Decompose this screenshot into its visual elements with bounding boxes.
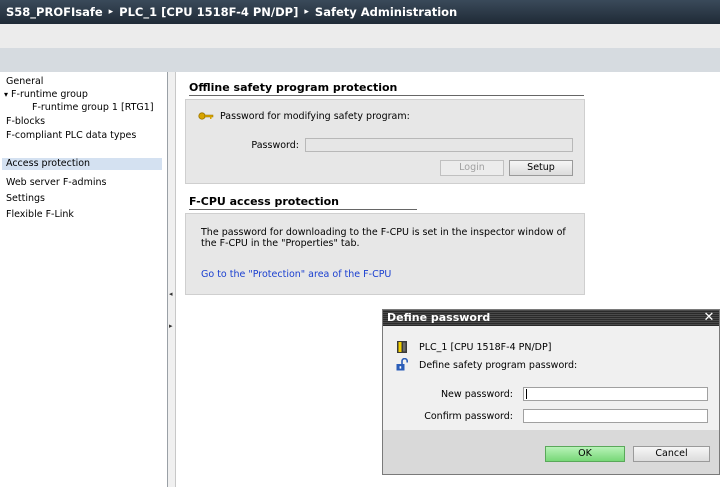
breadcrumb-separator-icon: ▸ xyxy=(304,7,309,17)
sidebar-item-web-server-f-admins[interactable]: Web server F-admins xyxy=(6,177,106,189)
dialog-title[interactable]: Define password xyxy=(383,310,719,326)
protection-area-link[interactable]: Go to the "Protection" area of the F-CPU xyxy=(201,269,391,280)
define-password-dialog: Define password ✕ PLC_1 [CPU 1518F-4 PN/… xyxy=(382,309,720,475)
sidebar-item-label: Settings xyxy=(6,193,45,204)
plc-device-icon xyxy=(397,341,407,356)
fcpu-protection-title: F-CPU access protection xyxy=(189,195,417,210)
navigation-tree: General ▾ F-runtime group F-runtime grou… xyxy=(0,72,168,487)
key-icon xyxy=(198,111,214,124)
sidebar-item-f-runtime-group-1[interactable]: F-runtime group 1 [RTG1] xyxy=(32,102,154,114)
editor-breadcrumb-bar: S58_PROFIsafe ▸ PLC_1 [CPU 1518F-4 PN/DP… xyxy=(0,0,720,24)
password-label: Password: xyxy=(251,140,299,151)
confirm-password-label: Confirm password: xyxy=(424,411,513,422)
new-password-field[interactable] xyxy=(523,387,708,401)
setup-button[interactable]: Setup xyxy=(509,160,573,176)
breadcrumb-page: Safety Administration xyxy=(314,5,458,19)
unlocked-padlock-icon xyxy=(396,357,408,374)
expand-right-icon[interactable]: ▸ xyxy=(169,322,173,330)
text-caret xyxy=(526,389,527,399)
password-field[interactable] xyxy=(305,138,573,152)
sidebar-item-general[interactable]: General xyxy=(6,76,43,88)
close-icon[interactable]: ✕ xyxy=(702,310,716,326)
sidebar-item-label: General xyxy=(6,76,44,87)
cancel-button[interactable]: Cancel xyxy=(633,446,710,462)
expand-arrow-icon[interactable]: ▾ xyxy=(4,90,8,99)
fcpu-description: The password for downloading to the F-CP… xyxy=(201,227,566,249)
offline-protection-panel: Password for modifying safety program: P… xyxy=(185,99,585,184)
sidebar-item-label: F-compliant PLC data types xyxy=(6,130,137,141)
sidebar-item-label: F-runtime group 1 [RTG1] xyxy=(32,102,154,113)
breadcrumb-project[interactable]: S58_PROFIsafe xyxy=(6,5,103,19)
pane-splitter[interactable]: ◂ ▸ xyxy=(168,72,176,487)
dialog-footer: OK Cancel xyxy=(383,430,719,474)
fcpu-protection-panel: The password for downloading to the F-CP… xyxy=(185,213,585,295)
sidebar-item-label: F-runtime group xyxy=(11,89,88,100)
define-safety-password-label: Define safety program password: xyxy=(419,360,578,371)
new-password-label: New password: xyxy=(440,389,513,400)
sidebar-item-settings[interactable]: Settings xyxy=(6,193,45,205)
dialog-device-label: PLC_1 [CPU 1518F-4 PN/DP] xyxy=(419,342,552,353)
collapse-left-icon[interactable]: ◂ xyxy=(169,290,173,298)
sidebar-item-f-blocks[interactable]: F-blocks xyxy=(6,116,45,128)
sidebar-item-label: Flexible F-Link xyxy=(6,209,74,220)
breadcrumb-separator-icon: ▸ xyxy=(108,7,114,17)
sidebar-item-label: F-blocks xyxy=(6,116,46,127)
toolbar-strip xyxy=(0,48,720,72)
sidebar-item-flexible-f-link[interactable]: Flexible F-Link xyxy=(6,209,74,221)
toolbar-area xyxy=(0,24,720,48)
offline-protection-title: Offline safety program protection xyxy=(189,81,584,96)
login-button[interactable]: Login xyxy=(440,160,504,176)
sidebar-item-label: Access protection xyxy=(6,158,91,169)
ok-button[interactable]: OK xyxy=(545,446,625,462)
sidebar-item-label: Web server F-admins xyxy=(6,177,107,188)
confirm-password-field[interactable] xyxy=(523,409,708,423)
password-modify-label: Password for modifying safety program: xyxy=(220,111,410,122)
sidebar-item-f-runtime-group[interactable]: ▾ F-runtime group xyxy=(4,89,88,101)
breadcrumb-device[interactable]: PLC_1 [CPU 1518F-4 PN/DP] xyxy=(119,5,298,19)
sidebar-item-f-compliant-plc-data-types[interactable]: F-compliant PLC data types xyxy=(6,130,136,142)
sidebar-item-access-protection[interactable]: Access protection xyxy=(2,158,162,170)
